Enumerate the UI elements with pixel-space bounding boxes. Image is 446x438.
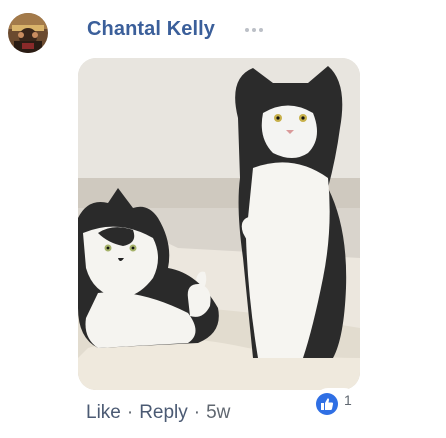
author-name[interactable]: Chantal Kelly: [87, 18, 215, 41]
reaction-summary[interactable]: 1: [314, 388, 358, 420]
separator: ·: [126, 402, 134, 423]
reply-button[interactable]: Reply: [139, 402, 188, 424]
comment: Chantal Kelly Like · Reply · 5w 1: [0, 0, 446, 438]
comment-actions: Like · Reply · 5w: [86, 402, 230, 424]
timestamp[interactable]: 5w: [206, 402, 230, 424]
comment-photo[interactable]: [78, 58, 360, 390]
reaction-count: 1: [344, 392, 352, 408]
like-icon: [316, 393, 338, 415]
avatar[interactable]: [8, 13, 48, 53]
like-button[interactable]: Like: [86, 402, 121, 424]
separator: ·: [193, 402, 201, 423]
ellipsis-icon[interactable]: [243, 22, 267, 38]
